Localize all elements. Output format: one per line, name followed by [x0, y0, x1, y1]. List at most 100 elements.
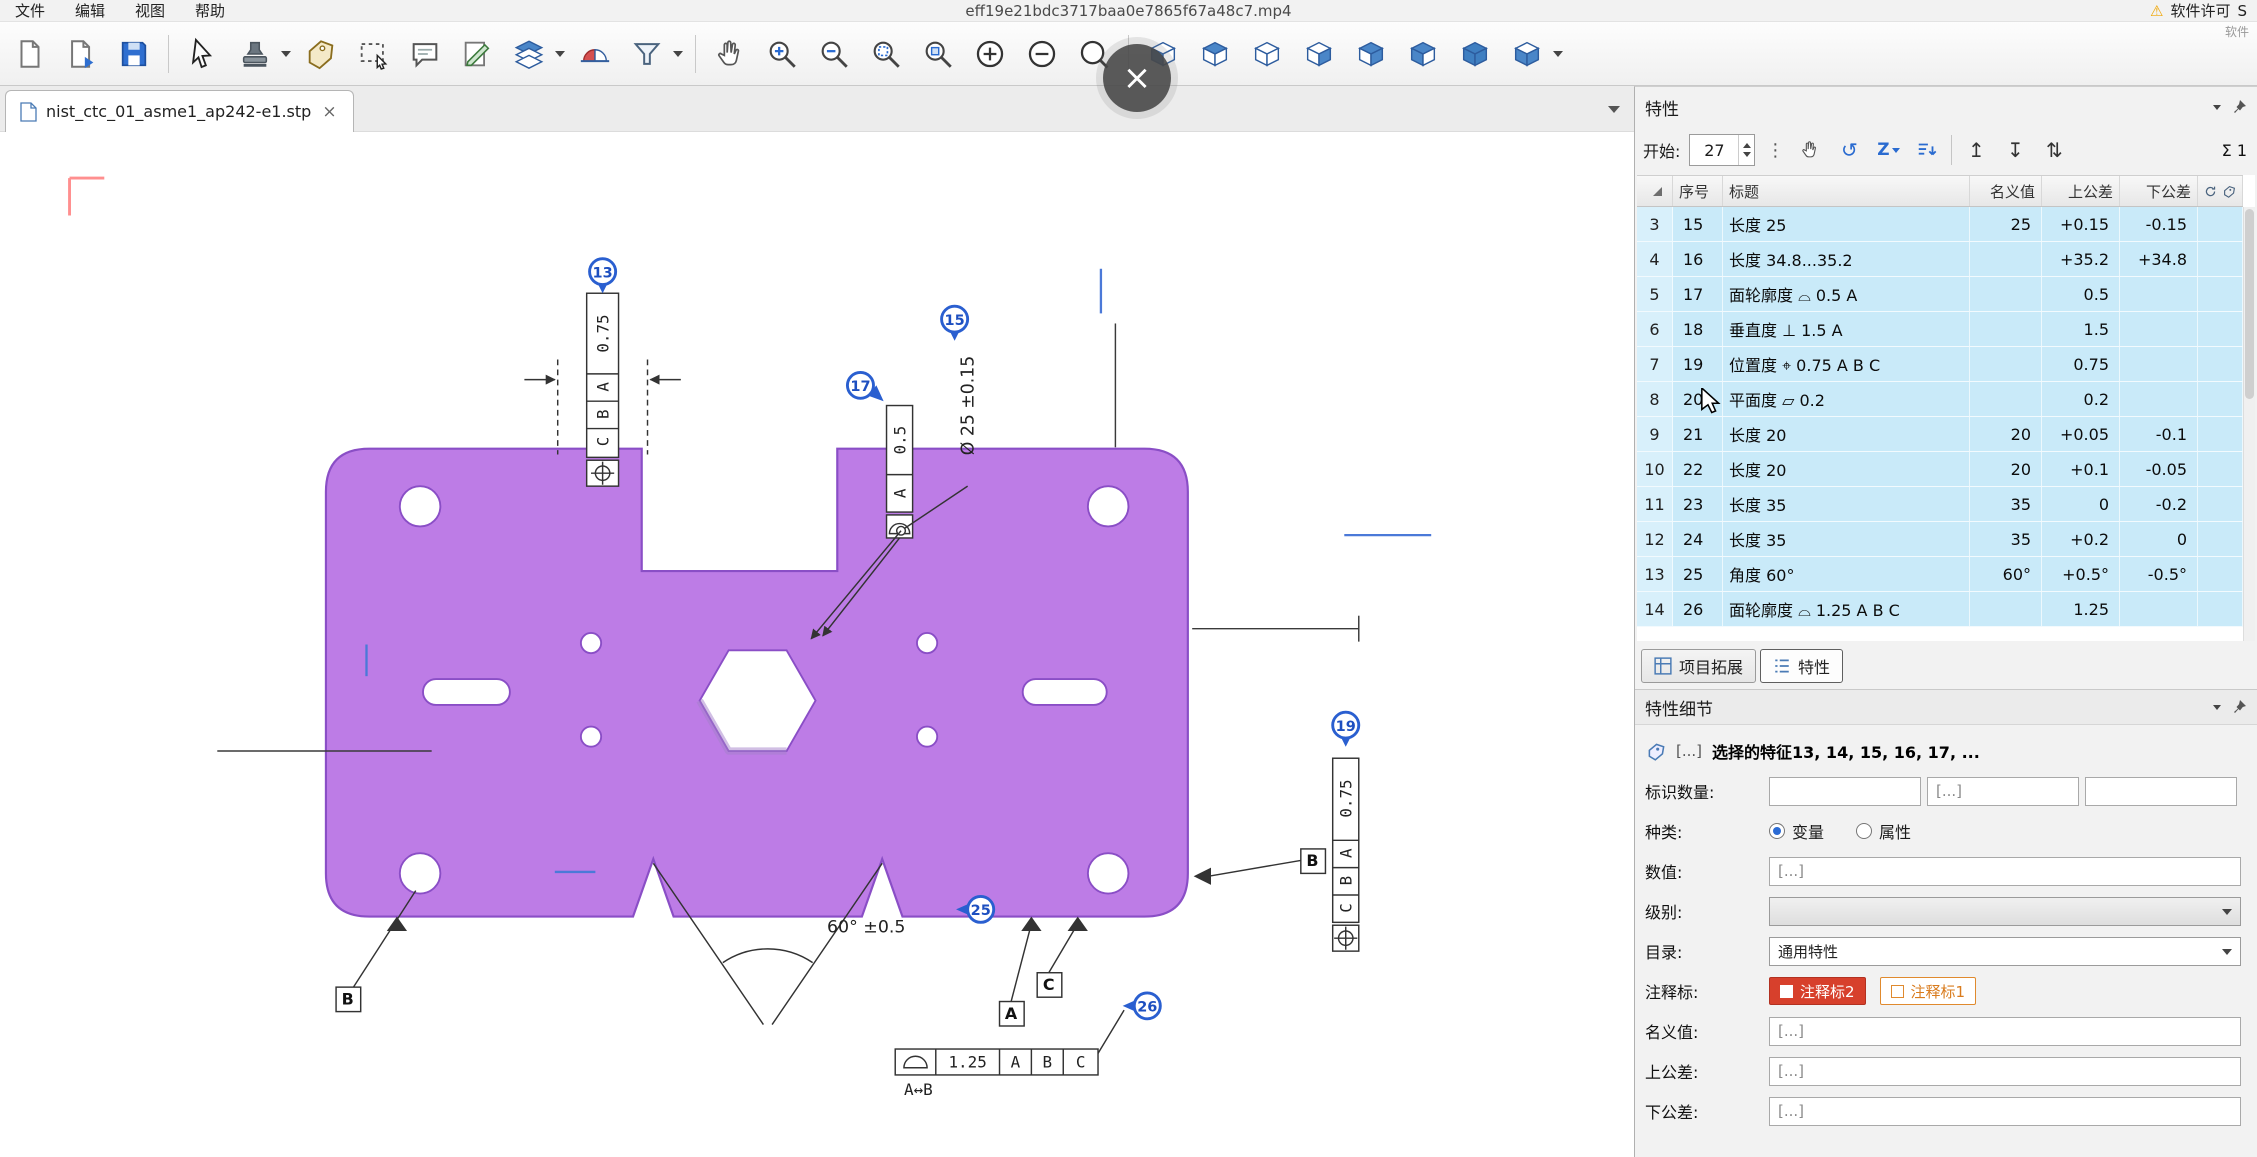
radio-variable[interactable]: 变量: [1769, 819, 1824, 843]
lower-tol-input[interactable]: [1769, 1097, 2241, 1126]
move-top-button[interactable]: ↥: [1961, 134, 1991, 166]
refresh-column-icon[interactable]: [2204, 183, 2217, 200]
details-pin-icon[interactable]: [2231, 699, 2247, 715]
small-hole[interactable]: [581, 727, 601, 747]
view-cube-solid-icon[interactable]: [1453, 30, 1497, 78]
part-body[interactable]: [326, 449, 1188, 917]
pin-icon[interactable]: [2231, 99, 2247, 115]
value-input[interactable]: [1769, 857, 2241, 886]
filter-dropdown-caret[interactable]: [673, 51, 683, 57]
annotate-page-icon[interactable]: [455, 30, 499, 78]
pan-hand-icon[interactable]: [708, 30, 752, 78]
details-collapse-chevron-icon[interactable]: [2213, 705, 2221, 710]
zoom-out-icon[interactable]: [812, 30, 856, 78]
open-document-icon[interactable]: [60, 30, 104, 78]
zoom-in-icon[interactable]: [760, 30, 804, 78]
table-row[interactable]: 11 23 长度 35 35 0 -0.2: [1637, 487, 2243, 522]
cad-canvas[interactable]: 0.75 A B C 13 0.5 A: [0, 132, 1634, 1157]
view-cube-sides-icon[interactable]: [1505, 30, 1549, 78]
corner-hole[interactable]: [1088, 853, 1129, 893]
table-row[interactable]: 7 19 位置度 ⌖ 0.75 A B C 0.75: [1637, 347, 2243, 382]
balloon-26[interactable]: 26: [1098, 993, 1160, 1053]
table-row[interactable]: 12 24 长度 35 35 +0.2 0: [1637, 522, 2243, 557]
view-cube-right-icon[interactable]: [1297, 30, 1341, 78]
more-options-icon[interactable]: ⋮: [1764, 140, 1786, 161]
datum-b-right[interactable]: B: [1194, 849, 1326, 885]
menu-file[interactable]: 文件: [0, 0, 60, 21]
table-row[interactable]: 10 22 长度 20 20 +0.1 -0.05: [1637, 452, 2243, 487]
checkbox-icon[interactable]: [1891, 985, 1904, 998]
balloon-13[interactable]: 13: [590, 259, 616, 294]
view-cube-top-left-icon[interactable]: [1401, 30, 1445, 78]
filter-icon[interactable]: [625, 30, 669, 78]
table-row[interactable]: 9 21 长度 20 20 +0.05 -0.1: [1637, 417, 2243, 452]
fcf-bottom[interactable]: 1.25 A B C A↔B: [895, 1049, 1098, 1099]
tag-tool-icon[interactable]: [299, 30, 343, 78]
scrollbar-thumb[interactable]: [2245, 209, 2254, 399]
measure-protractor-icon[interactable]: [573, 30, 617, 78]
layers-dropdown-caret[interactable]: [555, 51, 565, 57]
corner-hole[interactable]: [400, 486, 441, 526]
start-spinner[interactable]: 27: [1689, 134, 1755, 166]
layers-icon[interactable]: [507, 30, 551, 78]
menu-edit[interactable]: 编辑: [60, 0, 120, 21]
catalog-select[interactable]: 通用特性: [1769, 937, 2241, 966]
checkbox-icon[interactable]: [1780, 985, 1793, 998]
stamp-tool-icon[interactable]: [233, 30, 277, 78]
selected-ellipsis-button[interactable]: [...]: [1676, 742, 1702, 760]
stamp-dropdown-caret[interactable]: [281, 51, 291, 57]
menu-view[interactable]: 视图: [120, 0, 180, 21]
collapse-chevron-icon[interactable]: [2213, 105, 2221, 110]
zoom-window-icon[interactable]: [916, 30, 960, 78]
select-cursor-icon[interactable]: [181, 30, 225, 78]
marquee-select-icon[interactable]: [351, 30, 395, 78]
small-hole[interactable]: [917, 727, 937, 747]
save-icon[interactable]: [112, 30, 156, 78]
view-cube-top-right-icon[interactable]: [1349, 30, 1393, 78]
table-row[interactable]: 5 17 面轮廓度 ⌓ 0.5 A 0.5: [1637, 277, 2243, 312]
comment-tool-icon[interactable]: [403, 30, 447, 78]
swap-order-button[interactable]: ⇅: [2039, 134, 2069, 166]
table-row[interactable]: 6 18 垂直度 ⊥ 1.5 A 1.5: [1637, 312, 2243, 347]
overlay-close-button[interactable]: ×: [1103, 44, 1171, 112]
sort-list-button[interactable]: [1912, 134, 1942, 166]
tab-project-expansion[interactable]: 项目拓展: [1641, 649, 1756, 683]
tag-column-icon[interactable]: [2223, 183, 2236, 200]
tab-characteristics[interactable]: 特性: [1760, 649, 1843, 683]
balloon-17[interactable]: 17: [847, 372, 883, 401]
table-row[interactable]: 13 25 角度 60° 60° +0.5° -0.5°: [1637, 557, 2243, 592]
balloon-19[interactable]: 19: [1333, 712, 1359, 747]
tab-list-chevron-icon[interactable]: [1608, 106, 1620, 113]
note-badge-1[interactable]: 注释标1: [1880, 977, 1977, 1005]
corner-hole[interactable]: [1088, 486, 1129, 526]
decrease-circle-icon[interactable]: [1020, 30, 1064, 78]
count-input-2[interactable]: [1927, 777, 2079, 806]
menu-help[interactable]: 帮助: [180, 0, 240, 21]
upper-tol-input[interactable]: [1769, 1057, 2241, 1086]
left-slot[interactable]: [423, 679, 510, 705]
table-row[interactable]: 3 15 长度 25 25 +0.15 -0.15: [1637, 207, 2243, 242]
fcf-right[interactable]: 0.75 A B C: [1333, 758, 1359, 951]
move-bottom-button[interactable]: ↧: [2000, 134, 2030, 166]
new-document-icon[interactable]: [8, 30, 52, 78]
datum-c[interactable]: C: [1037, 917, 1088, 998]
note-badge-2[interactable]: 注释标2: [1769, 977, 1866, 1005]
sort-z-button[interactable]: Z: [1873, 134, 1903, 166]
level-select[interactable]: [1769, 897, 2241, 926]
document-tab[interactable]: nist_ctc_01_asme1_ap242-e1.stp ×: [5, 90, 354, 132]
table-header[interactable]: 序号 标题 名义值 上公差 下公差: [1637, 175, 2243, 207]
pick-hand-button[interactable]: [1795, 134, 1825, 166]
corner-hole[interactable]: [400, 853, 441, 893]
view-cube-wire-icon[interactable]: [1245, 30, 1289, 78]
view-cube-top-icon[interactable]: [1193, 30, 1237, 78]
count-input-1[interactable]: [1769, 777, 1921, 806]
table-row[interactable]: 14 26 面轮廓度 ⌓ 1.25 A B C 1.25: [1637, 592, 2243, 627]
spinner-down-icon[interactable]: [1743, 152, 1751, 157]
table-row[interactable]: 8 20 平面度 ▱ 0.2 0.2: [1637, 382, 2243, 417]
balloon-15[interactable]: 15: [942, 306, 968, 341]
license-label[interactable]: 软件许可: [2170, 0, 2230, 21]
count-input-3[interactable]: [2085, 777, 2237, 806]
increase-circle-icon[interactable]: [968, 30, 1012, 78]
spinner-up-icon[interactable]: [1743, 143, 1751, 148]
small-hole[interactable]: [917, 633, 937, 653]
